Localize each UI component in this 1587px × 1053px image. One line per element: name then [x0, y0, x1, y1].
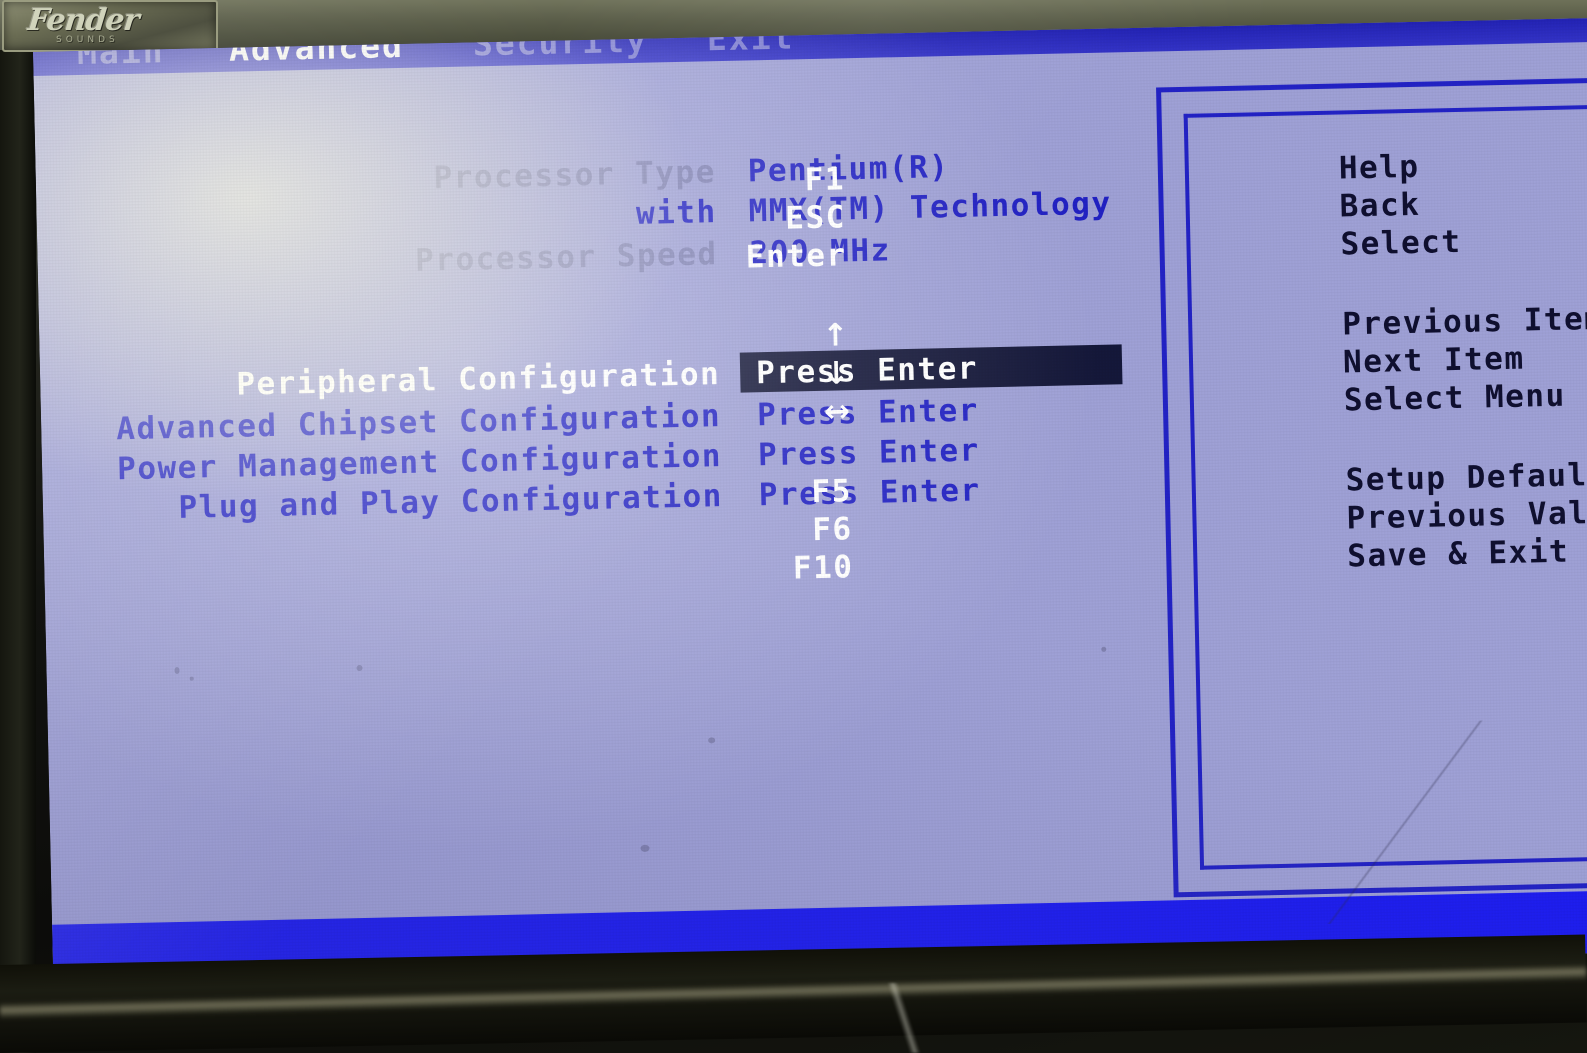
help-desc-setup-defaults: Setup Defaults — [1345, 456, 1587, 499]
help-key-f6: F6 — [811, 511, 853, 549]
help-desc-previous-values: Previous Values — [1346, 493, 1587, 537]
menu-item-peripheral-configuration[interactable]: Peripheral Configuration — [236, 356, 721, 403]
laptop-bezel-left — [0, 50, 36, 1053]
bios-content-area: Processor Type Pentium(R) with MMX(TM) T… — [34, 42, 1587, 921]
info-value-processor-type: Pentium(R) — [747, 149, 950, 190]
menu-action-peripheral-configuration[interactable]: Press Enter — [756, 350, 979, 391]
info-label-with: with — [635, 194, 718, 232]
help-row-f6: F6 Previous Values — [812, 494, 1587, 548]
fender-wordmark: Fender — [26, 3, 141, 38]
menu-action-power-management-configuration[interactable]: Press Enter — [758, 432, 981, 473]
laptop-bezel-scratch — [860, 983, 950, 1053]
arrow-down-icon: ↓ — [822, 355, 850, 392]
help-desc-help: Help — [1338, 148, 1420, 187]
help-desc-save-and-exit: Save & Exit — [1346, 533, 1570, 575]
fender-sublabel: SOUNDS — [56, 35, 119, 45]
help-row-previous-item: ↑ Previous Item — [822, 301, 1587, 354]
help-row-select-menu: ↔ Select Menu — [824, 378, 1566, 430]
help-key-enter: Enter — [745, 237, 848, 276]
info-label-processor-speed: Processor Speed — [414, 236, 718, 279]
help-row-f5: F5 Setup Defaults — [811, 456, 1587, 510]
help-key-f5: F5 — [811, 473, 853, 511]
menu-item-plug-and-play-configuration[interactable]: Plug and Play Configuration — [178, 478, 723, 526]
help-key-esc: ESC — [784, 199, 847, 237]
help-row-esc: ESC Back — [785, 187, 1421, 237]
help-desc-back: Back — [1339, 186, 1421, 225]
menu-item-advanced-chipset-configuration[interactable]: Advanced Chipset Configuration — [116, 398, 722, 447]
menu-item-power-management-configuration[interactable]: Power Management Configuration — [117, 438, 723, 487]
help-key-f10: F10 — [792, 549, 854, 587]
help-row-f10: F10 Save & Exit — [793, 534, 1570, 587]
help-desc-select: Select — [1340, 223, 1462, 263]
menu-action-advanced-chipset-configuration[interactable]: Press Enter — [757, 392, 980, 433]
help-row-enter: Enter Select — [745, 224, 1461, 276]
help-desc-next-item: Next Item — [1342, 340, 1525, 381]
help-desc-previous-item: Previous Item — [1341, 300, 1587, 343]
arrow-left-right-icon: ↔ — [823, 393, 851, 430]
bios-setup-screen: Main Advanced Security Exit Processor Ty… — [33, 17, 1587, 987]
menu-action-plug-and-play-configuration[interactable]: Press Enter — [758, 472, 981, 513]
help-desc-select-menu: Select Menu — [1343, 377, 1567, 419]
info-label-processor-type: Processor Type — [433, 154, 717, 197]
laptop-photo: Fender SOUNDS Main Advanced Security Exi… — [0, 0, 1587, 1053]
help-key-f1: F1 — [804, 161, 846, 199]
arrow-up-icon: ↑ — [822, 317, 849, 354]
fender-logo-badge: Fender SOUNDS — [2, 0, 218, 52]
help-row-f1: F1 Help — [804, 149, 1420, 198]
help-row-next-item: ↓ Next Item — [823, 341, 1525, 392]
bios-help-panel: F1 Help ESC Back Enter Select ↑ Previous… — [745, 77, 1587, 898]
lcd-screen: Main Advanced Security Exit Processor Ty… — [33, 17, 1587, 987]
